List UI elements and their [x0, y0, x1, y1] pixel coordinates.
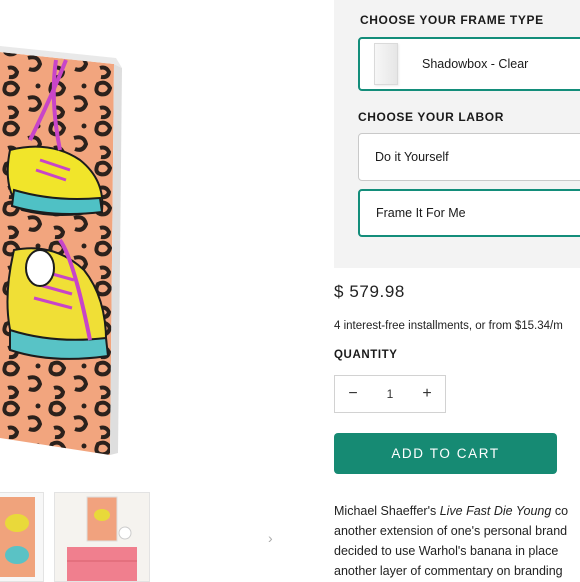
labor-option-frame-for-me[interactable]: Frame It For Me: [358, 189, 580, 237]
artwork-title: Live Fast Die Young: [439, 504, 552, 518]
labor-option-label: Do it Yourself: [375, 150, 449, 164]
artwork-illustration: [0, 46, 122, 455]
thumbnail-2[interactable]: [54, 492, 150, 582]
frame-option-shadowbox[interactable]: Shadowbox - Clear: [358, 37, 580, 91]
description-text: co: [551, 504, 569, 518]
product-description: Michael Shaeffer's Live Fast Die Young c…: [334, 501, 580, 581]
quantity-label: QUANTITY: [334, 349, 398, 361]
plus-icon[interactable]: +: [409, 376, 445, 412]
labor-option-label: Frame It For Me: [376, 206, 466, 220]
quantity-value[interactable]: 1: [371, 387, 409, 401]
quantity-stepper: − 1 +: [334, 375, 446, 413]
frame-preview-image: [374, 43, 398, 85]
configuration-panel: CHOOSE YOUR FRAME TYPE Shadowbox - Clear…: [334, 0, 580, 268]
frame-type-heading: CHOOSE YOUR FRAME TYPE: [360, 13, 544, 27]
labor-heading: CHOOSE YOUR LABOR: [358, 110, 504, 124]
description-text: another layer of commentary on branding: [334, 564, 563, 578]
minus-icon[interactable]: −: [335, 376, 371, 412]
installments-text: 4 interest-free installments, or from $1…: [334, 320, 563, 332]
product-price: $ 579.98: [334, 282, 405, 301]
frame-option-label: Shadowbox - Clear: [422, 57, 529, 71]
chevron-right-icon[interactable]: ›: [268, 530, 273, 546]
labor-option-diy[interactable]: Do it Yourself: [358, 133, 580, 181]
thumbnail-1[interactable]: [0, 492, 44, 582]
description-text: decided to use Warhol's banana in place: [334, 544, 559, 558]
description-text: Michael Shaeffer's: [334, 504, 440, 518]
add-to-cart-button[interactable]: ADD TO CART: [334, 433, 557, 474]
thumbnail-gallery: ›: [0, 486, 300, 582]
description-text: another extension of one's personal bran…: [334, 524, 568, 538]
product-main-image[interactable]: [0, 0, 294, 468]
